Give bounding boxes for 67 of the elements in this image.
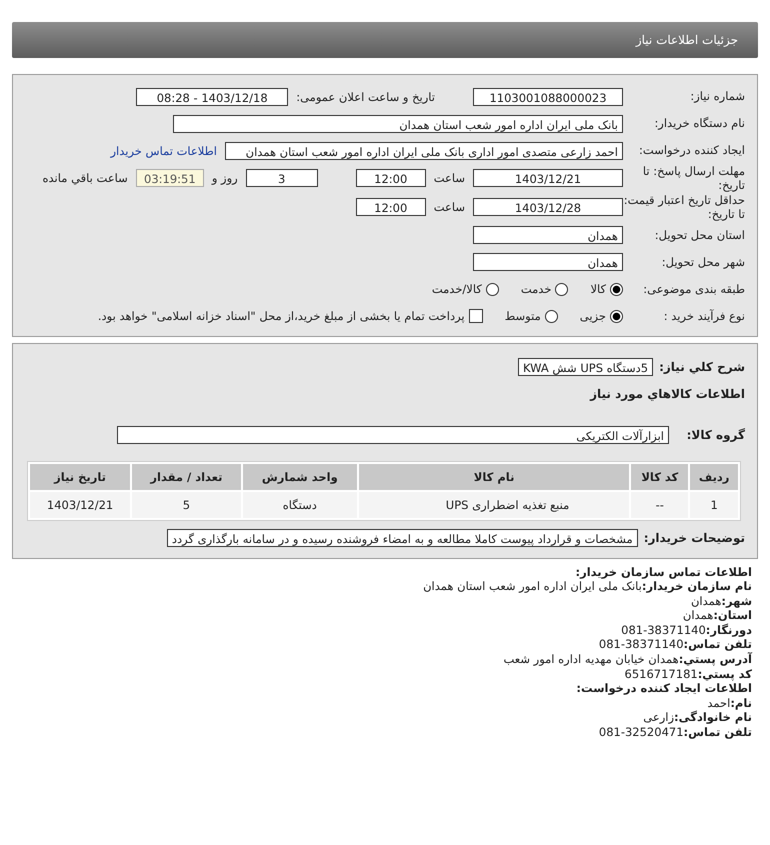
field-label: گروه کالا:: [686, 428, 745, 442]
table-cell: 1403/12/21: [30, 492, 130, 518]
field-label: شرح کلي نياز:: [659, 360, 745, 374]
buyer-notes-field: مشخصات و قرارداد پیوست کاملا مطالعه و به امضاء فروشنده رسیده و در سامانه بارگذاری گردد: [166, 529, 638, 547]
checkbox[interactable]: [468, 309, 483, 323]
need-number-field: 1103001088000023: [473, 88, 623, 106]
field-label: روز و: [212, 171, 238, 186]
page-title: جزئیات اطلاعات نیاز: [12, 22, 758, 58]
checkbox-label: پرداخت تمام یا بخشی از مبلغ خرید،از محل "اسناد خزانه اسلامی" خواهد بود.: [98, 309, 465, 323]
buyer-contact-link[interactable]: اطلاعات تماس خریدار: [110, 144, 217, 158]
column-header: واحد شمارش: [242, 464, 357, 490]
field-label: تاریخ و ساعت اعلان عمومی:: [296, 90, 435, 104]
radio-label: متوسط: [504, 309, 541, 323]
table-cell: دستگاه: [242, 492, 357, 518]
validity-date-field: 1403/12/28: [473, 198, 623, 216]
column-header: ردیف: [690, 464, 738, 490]
field-label: توضیحات خریدار:: [644, 531, 745, 545]
field-label: ساعت باقي مانده: [42, 171, 128, 186]
contact-line: آدرس پستي:همدان خیابان مهدیه اداره امور شعب: [504, 652, 752, 667]
field-label: شماره نیاز:: [689, 89, 745, 104]
contact-line: نام خانوادگی:زارعی: [643, 710, 752, 726]
field-label: حداقل تاریخ اعتبار قیمت: تا تاریخ:: [623, 192, 745, 222]
province-field: همدان: [473, 226, 623, 244]
radio-button[interactable]: [610, 310, 623, 322]
column-header: کد کالا: [631, 464, 688, 490]
buyer-name-field: بانک ملی ایران اداره امور شعب استان همدان: [173, 114, 623, 132]
contact-line: نام سازمان خریدار:بانک ملی ایران اداره امور شعب استان همدان: [423, 579, 752, 594]
column-header: نام کالا: [358, 464, 630, 490]
goods-group-field: ابزارآلات الکتریکی: [117, 426, 669, 444]
field-label: نام دستگاه خریدار:: [653, 116, 745, 131]
days-field: 3: [246, 169, 318, 188]
field-label: شهر محل تحویل:: [660, 254, 745, 270]
field-label: نوع فرآیند خرید :: [662, 308, 745, 324]
radio-label: کالا/خدمت: [432, 282, 482, 296]
announce-date-field: 1403/12/18 - 08:28: [136, 88, 288, 106]
deadline-date-field: 1403/12/21: [473, 169, 623, 188]
table-cell: منبع تغذیه اضطراری UPS: [358, 492, 630, 518]
field-label: استان محل تحویل:: [654, 228, 745, 242]
contact-line: نام:احمد: [707, 696, 752, 710]
contact-line: اطلاعات تماس سازمان خریدار:: [575, 564, 752, 580]
validity-time-field: 12:00: [356, 198, 426, 216]
contact-line: اطلاعات ایجاد کننده درخواست:: [576, 681, 752, 696]
field-label: طبقه بندی موضوعی:: [642, 282, 745, 296]
countdown-field: 03:19:51: [136, 169, 204, 188]
contact-line: استان:همدان: [682, 608, 752, 623]
column-header: تعداد / مقدار: [132, 464, 241, 490]
description-field: 5دستگاه UPS شش KWA: [518, 358, 654, 376]
section-heading: اطلاعات کالاهاي مورد نياز: [590, 387, 745, 401]
requester-field: احمد زارعی متصدی امور اداری بانک ملی ایران اداره امور شعب استان همدان: [225, 142, 623, 160]
table-cell: 1: [690, 492, 738, 518]
table-cell: 5: [132, 492, 241, 518]
field-label: ساعت: [434, 171, 465, 186]
column-header: تاریخ نیاز: [30, 464, 130, 490]
contact-line: شهر:همدان: [690, 594, 752, 608]
radio-label: کالا: [590, 282, 606, 296]
radio-button[interactable]: [486, 282, 499, 296]
field-label: ایجاد کننده درخواست:: [638, 143, 745, 158]
radio-label: جزیی: [580, 309, 606, 323]
radio-button[interactable]: [610, 282, 623, 296]
radio-button[interactable]: [544, 310, 558, 322]
field-label: ساعت: [434, 200, 465, 214]
radio-label: خدمت: [520, 282, 552, 296]
field-label: مهلت ارسال پاسخ: تا تاریخ:: [642, 164, 745, 193]
table-cell: --: [631, 492, 688, 518]
deadline-time-field: 12:00: [356, 169, 426, 188]
city-field: همدان: [473, 253, 623, 271]
radio-button[interactable]: [555, 282, 568, 296]
